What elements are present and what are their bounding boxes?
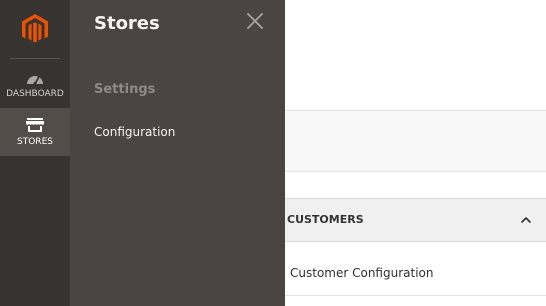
main-content: CUSTOMERS Customer Configuration xyxy=(285,0,546,306)
nav-label-dashboard: DASHBOARD xyxy=(6,89,64,99)
close-icon xyxy=(247,13,263,29)
nav-item-stores[interactable]: STORES xyxy=(0,108,70,156)
logo-divider xyxy=(10,58,60,59)
page-actions-bar xyxy=(285,110,546,172)
store-awning-icon xyxy=(26,118,44,132)
stores-flyout-menu: Stores Settings Configuration xyxy=(70,0,285,306)
magento-logo-icon xyxy=(22,14,48,43)
magento-logo[interactable] xyxy=(0,0,70,58)
flyout-section-heading: Settings xyxy=(94,82,156,97)
customers-section-header[interactable]: CUSTOMERS xyxy=(285,198,546,242)
configuration-link[interactable]: Configuration xyxy=(94,125,175,139)
row-divider xyxy=(285,295,546,296)
chevron-up-icon xyxy=(521,217,531,223)
close-button[interactable] xyxy=(246,12,264,30)
nav-item-dashboard[interactable]: DASHBOARD xyxy=(0,62,70,110)
flyout-title: Stores xyxy=(94,13,160,34)
dashboard-gauge-icon xyxy=(27,76,43,85)
nav-label-stores: STORES xyxy=(17,137,53,147)
section-title: CUSTOMERS xyxy=(287,213,364,226)
customer-configuration-link[interactable]: Customer Configuration xyxy=(290,266,433,280)
admin-sidebar: DASHBOARD STORES xyxy=(0,0,70,306)
